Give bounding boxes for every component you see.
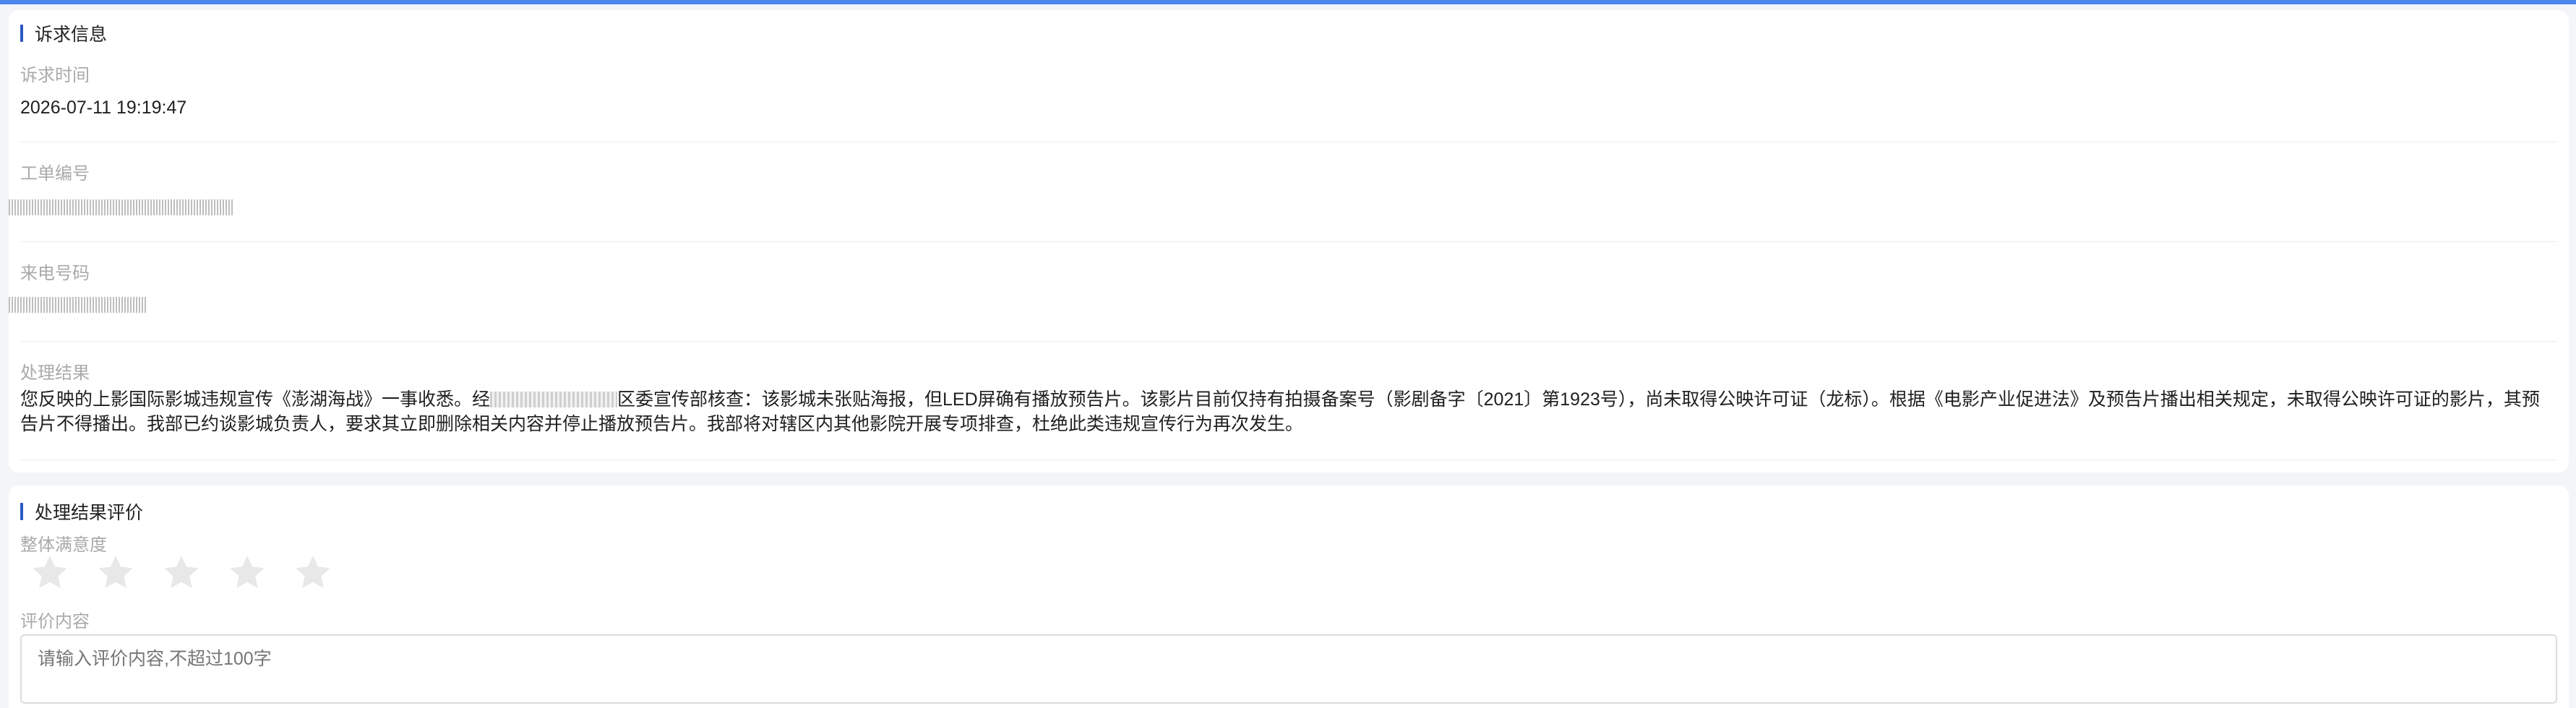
evaluation-section-title-text: 处理结果评价 bbox=[35, 503, 144, 523]
complaint-time-value: 2026-07-11 19:19:47 bbox=[20, 98, 187, 118]
evaluation-content-label: 评价内容 bbox=[20, 612, 90, 631]
complaint-section-title: 诉求信息 bbox=[20, 20, 107, 46]
star-icon-1[interactable] bbox=[29, 552, 74, 594]
divider bbox=[20, 341, 2557, 342]
star-icon-5[interactable] bbox=[292, 552, 337, 594]
result-label: 处理结果 bbox=[20, 363, 90, 383]
complaint-info-card: 诉求信息 诉求时间 2026-07-11 19:19:47 工单编号 来电号码 … bbox=[9, 10, 2569, 472]
star-icon-3[interactable] bbox=[160, 552, 205, 594]
redacted-location bbox=[490, 392, 618, 407]
result-text: 您反映的上影国际影城违规宣传《澎湖海战》一事收悉。经 区委宣传部核查：该影城未张贴… bbox=[20, 387, 2550, 436]
star-icon-4[interactable] bbox=[226, 552, 271, 594]
phone-number-redacted bbox=[9, 297, 147, 313]
evaluation-content-input[interactable] bbox=[20, 634, 2557, 704]
evaluation-card: 处理结果评价 整体满意度 评价内容 bbox=[9, 485, 2569, 708]
order-number-redacted bbox=[9, 199, 233, 215]
evaluation-section-title: 处理结果评价 bbox=[20, 498, 143, 524]
divider bbox=[20, 241, 2557, 242]
result-text-part-1: 您反映的上影国际影城违规宣传《澎湖海战》一事收悉。经 bbox=[20, 389, 491, 410]
star-icon-2[interactable] bbox=[95, 552, 139, 594]
complaint-section-title-text: 诉求信息 bbox=[35, 25, 108, 45]
phone-number-label: 来电号码 bbox=[20, 264, 90, 283]
section-accent-bar bbox=[20, 25, 23, 42]
divider bbox=[20, 459, 2557, 460]
complaint-time-label: 诉求时间 bbox=[20, 66, 90, 85]
order-number-label: 工单编号 bbox=[20, 164, 90, 184]
star-rating bbox=[29, 552, 358, 594]
top-accent-bar bbox=[0, 0, 2576, 4]
section-accent-bar bbox=[20, 503, 23, 520]
